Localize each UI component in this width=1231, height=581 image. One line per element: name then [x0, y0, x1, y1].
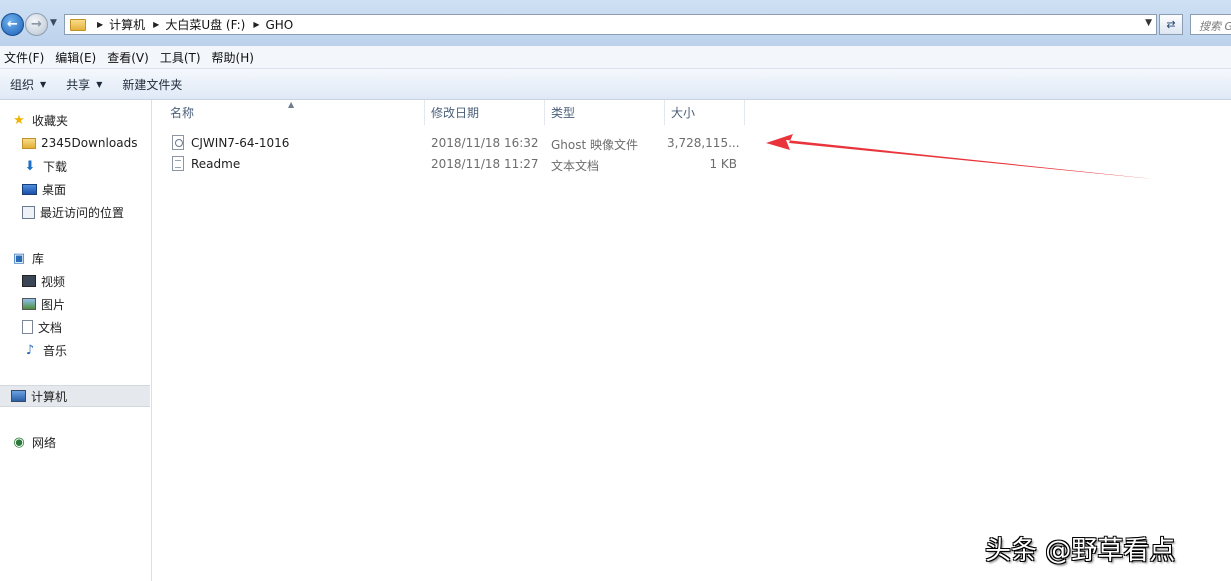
watermark-text: 头条 @野草看点 — [985, 536, 1176, 566]
annotation-arrow — [766, 134, 1153, 179]
